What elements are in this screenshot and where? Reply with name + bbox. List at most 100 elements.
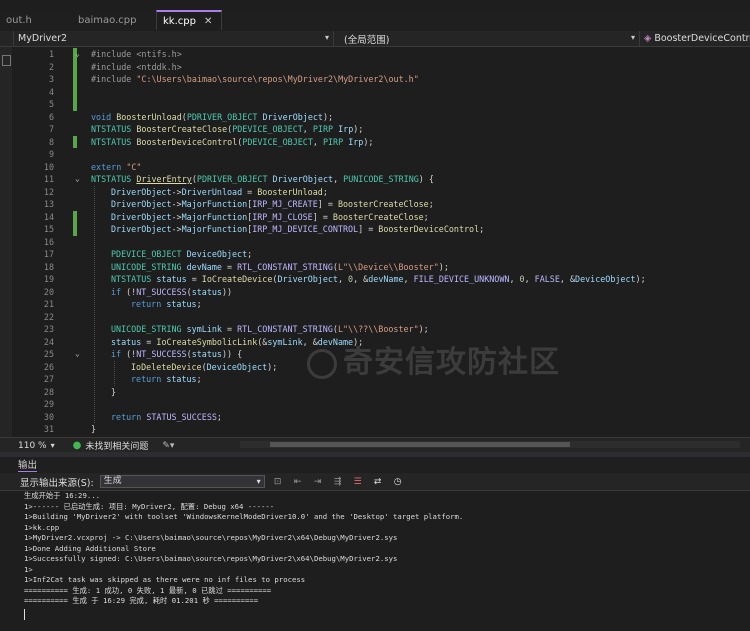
clear-all-icon[interactable]: ⇶ (331, 476, 345, 488)
line-number: 22 (43, 311, 54, 322)
toolbox-icon[interactable] (2, 55, 11, 66)
code-line[interactable]: 21 return status; (12, 298, 750, 311)
line-number: 12 (43, 186, 54, 197)
code-line[interactable]: 2 #include <ntddk.h> (12, 60, 750, 73)
code-line[interactable]: 6 void BoosterUnload(PDRIVER_OBJECT Drive… (12, 111, 750, 124)
code-text: return status; (131, 299, 202, 309)
code-text: DriverObject->MajorFunction[IRP_MJ_CREAT… (111, 199, 434, 209)
change-indicator (73, 60, 77, 73)
issues-text[interactable]: 未找到相关问题 (85, 439, 148, 452)
code-line[interactable]: 19 NTSTATUS status = IoCreateDevice(Drive… (12, 273, 750, 286)
project-dropdown[interactable]: MyDriver2 ▾ (14, 31, 334, 46)
code-text: DriverObject->MajorFunction[IRP_MJ_CLOSE… (111, 211, 429, 222)
code-text: status = IoCreateSymbolicLink(&symLink, … (111, 336, 364, 347)
output-source-select[interactable]: 生成 ▾ (99, 475, 265, 488)
change-indicator (73, 73, 77, 86)
code-text: } (91, 424, 97, 434)
clear-output-icon[interactable]: ☰ (351, 476, 365, 488)
chevron-down-icon: ▾ (256, 477, 261, 486)
line-number: 8 (48, 136, 54, 147)
code-line[interactable]: 16 (12, 236, 750, 249)
code-editor[interactable]: 奇安信攻防社区 1 ⌄ #include <ntifs.h> 2 #include <n… (12, 47, 750, 437)
code-text: UNICODE_STRING symLink = RTL_CONSTANT_ST… (111, 324, 429, 334)
code-text: DriverObject->DriverUnload = BoosterUnlo… (111, 186, 328, 197)
code-line[interactable]: 18 UNICODE_STRING devName = RTL_CONSTANT_… (12, 261, 750, 274)
output-line: 1>Successfully signed: C:\Users\baimao\s… (24, 554, 398, 563)
brush-icon[interactable]: ✎▾ (162, 441, 174, 451)
code-line[interactable]: 17 PDEVICE_OBJECT DeviceObject; (12, 248, 750, 261)
chevron-down-icon[interactable]: ▾ (51, 441, 55, 450)
line-number: 9 (48, 149, 54, 159)
code-line[interactable]: 10 extern "C" (12, 161, 750, 174)
line-number: 28 (43, 386, 54, 397)
output-text[interactable]: 生成开始于 16:29... 1>------ 已启动生成: 项目: MyDriv… (0, 491, 750, 631)
code-text: NTSTATUS status = IoCreateDevice(DriverO… (111, 274, 646, 284)
check-circle-icon: ● (72, 440, 82, 451)
member-dropdown[interactable]: ◈ BoosterDeviceControl (640, 31, 750, 46)
fold-toggle-icon[interactable]: ⌄ (75, 348, 80, 361)
timestamp-icon[interactable]: ◷ (391, 476, 405, 488)
code-text: NTSTATUS DriverEntry(PDRIVER_OBJECT Driv… (91, 174, 434, 184)
find-message-icon[interactable]: ⊡ (271, 476, 285, 488)
code-line[interactable]: 27 return status; (12, 373, 750, 386)
next-message-icon[interactable]: ⇥ (311, 476, 325, 488)
code-line[interactable]: 14 DriverObject->MajorFunction[IRP_MJ_CLO… (12, 210, 750, 223)
line-number: 23 (43, 324, 54, 334)
zoom-level[interactable]: 110 % (18, 441, 47, 451)
line-number: 4 (48, 86, 54, 97)
line-number: 16 (43, 236, 54, 247)
code-line[interactable]: 29 (12, 398, 750, 411)
line-number: 25 (43, 349, 54, 359)
change-indicator (73, 223, 77, 236)
code-line[interactable]: 7 NTSTATUS BoosterCreateClose(PDEVICE_OBJ… (12, 123, 750, 136)
output-line: 1> (24, 564, 33, 574)
code-line[interactable]: 3 #include "C:\Users\baimao\source\repos\… (12, 73, 750, 86)
line-number: 20 (43, 286, 54, 297)
code-line[interactable]: 9 (12, 148, 750, 161)
horizontal-scrollbar[interactable] (240, 441, 740, 448)
scrollbar-thumb[interactable] (270, 442, 570, 447)
output-line: 1>MyDriver2.vcxproj -> C:\Users\baimao\s… (24, 533, 398, 542)
text-cursor (24, 609, 25, 620)
code-line[interactable]: 26 IoDeleteDevice(DeviceObject); (12, 361, 750, 374)
close-icon[interactable]: ✕ (204, 16, 212, 27)
code-line[interactable]: 4 (12, 85, 750, 98)
chevron-down-icon: ▾ (324, 33, 329, 42)
line-number: 6 (48, 111, 54, 122)
code-text: DriverObject->MajorFunction[IRP_MJ_DEVIC… (111, 224, 485, 234)
code-line[interactable]: 8 NTSTATUS BoosterDeviceControl(PDEVICE_O… (12, 135, 750, 148)
prev-message-icon[interactable]: ⇤ (291, 476, 305, 488)
fold-toggle-icon[interactable]: ⌄ (75, 48, 80, 61)
output-line: 1>Building 'MyDriver2' with toolset 'Win… (24, 512, 464, 521)
tab-kk-cpp[interactable]: kk.cpp ✕ (156, 10, 222, 30)
code-line[interactable]: 31} (12, 423, 750, 436)
line-number: 27 (43, 374, 54, 384)
output-line: 1>Inf2Cat task was skipped as there were… (24, 575, 306, 584)
scope-dropdown[interactable]: (全局范围) ▾ (334, 31, 640, 46)
code-line[interactable]: 1 ⌄ #include <ntifs.h> (12, 48, 750, 61)
fold-toggle-icon[interactable]: ⌄ (75, 173, 80, 186)
code-line[interactable]: 15 DriverObject->MajorFunction[IRP_MJ_DEV… (12, 223, 750, 236)
method-icon: ◈ (644, 33, 652, 44)
tab-baimao-cpp[interactable]: baimao.cpp (72, 10, 156, 30)
code-line[interactable]: 24 status = IoCreateSymbolicLink(&symLink… (12, 336, 750, 349)
output-panel-header: 输出 (0, 457, 750, 472)
code-text: IoDeleteDevice(DeviceObject); (131, 361, 278, 372)
code-line[interactable]: 22 (12, 311, 750, 324)
code-line[interactable]: 20 if (!NT_SUCCESS(status)) (12, 286, 750, 299)
code-line[interactable]: 25 ⌄ if (!NT_SUCCESS(status)) { (12, 348, 750, 361)
code-line[interactable]: 23 UNICODE_STRING symLink = RTL_CONSTANT_… (12, 323, 750, 336)
nav-spacer (0, 31, 14, 46)
change-indicator (73, 135, 77, 148)
tab-label: out.h (6, 14, 32, 26)
code-line[interactable]: 11 ⌄ NTSTATUS DriverEntry(PDRIVER_OBJECT D… (12, 173, 750, 186)
word-wrap-icon[interactable]: ⇄ (371, 476, 385, 488)
code-line[interactable]: 28} (12, 386, 750, 399)
code-line[interactable]: 30 return STATUS_SUCCESS; (12, 411, 750, 424)
code-line[interactable]: 13 DriverObject->MajorFunction[IRP_MJ_CRE… (12, 198, 750, 211)
code-line[interactable]: 12 DriverObject->DriverUnload = BoosterUn… (12, 186, 750, 199)
change-indicator (73, 210, 77, 223)
code-line[interactable]: 5 (12, 98, 750, 111)
tab-out-h[interactable]: out.h (0, 10, 72, 30)
tab-label: kk.cpp (163, 15, 196, 27)
